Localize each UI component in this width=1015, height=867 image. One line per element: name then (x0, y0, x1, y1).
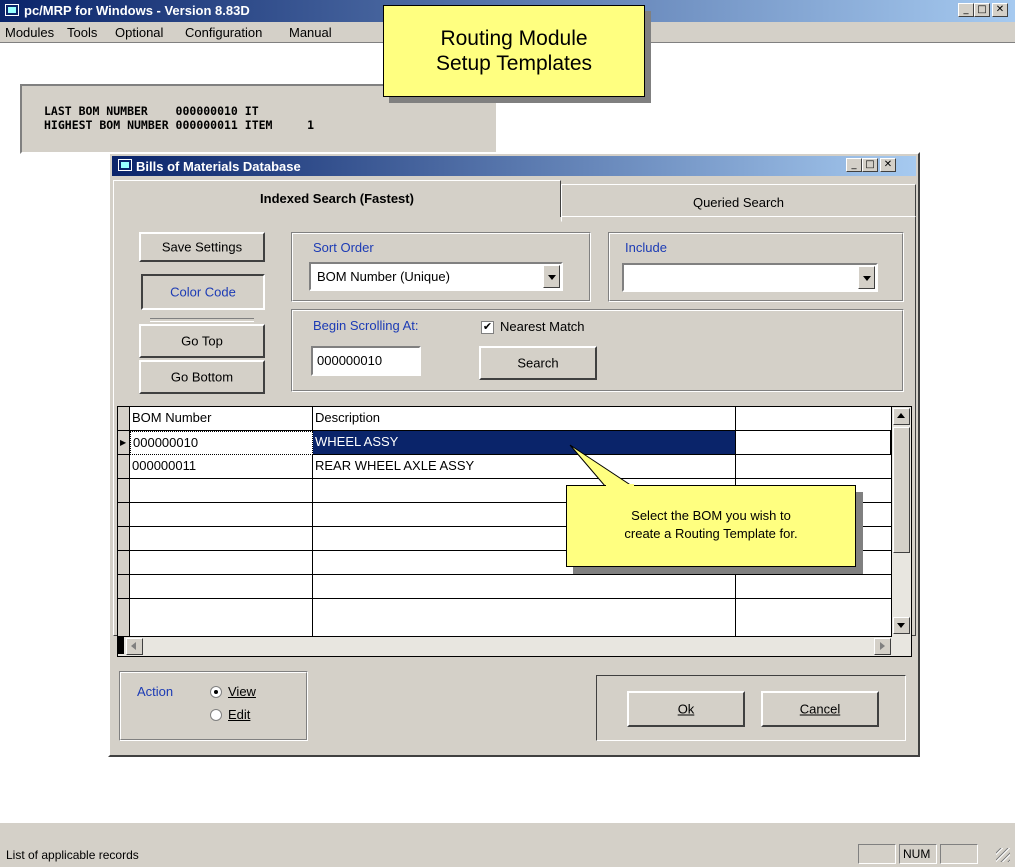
table-cell[interactable] (130, 527, 313, 551)
nearest-match-label: Nearest Match (500, 319, 585, 334)
scroll-down-icon[interactable] (893, 617, 910, 634)
row-selector[interactable] (118, 551, 130, 575)
radio-view-label: View (228, 684, 256, 699)
routing-module-callout: Routing Module Setup Templates (383, 5, 645, 97)
table-cell[interactable] (130, 479, 313, 503)
table-cell[interactable]: REAR WHEEL AXLE ASSY (313, 455, 736, 479)
table-cell[interactable] (130, 551, 313, 575)
table-cell[interactable] (736, 575, 892, 599)
table-cell[interactable] (736, 431, 892, 455)
begin-scrolling-input[interactable]: 000000010 (311, 346, 421, 376)
scroll-corner (118, 637, 124, 654)
callout-select-line2: create a Routing Template for. (624, 526, 798, 541)
status-panel-caps (858, 844, 896, 864)
color-code-button[interactable]: Color Code (141, 274, 265, 310)
radio-edit[interactable] (210, 709, 222, 721)
row-selector[interactable] (118, 527, 130, 551)
minimize-icon[interactable]: _ (958, 3, 974, 17)
include-label: Include (625, 240, 667, 255)
action-group (119, 671, 308, 741)
select-bom-callout: Select the BOM you wish to create a Routi… (566, 485, 856, 567)
maximize-icon[interactable]: □ (974, 3, 990, 17)
radio-view[interactable] (210, 686, 222, 698)
menu-optional[interactable]: Optional (115, 25, 163, 40)
save-settings-button[interactable]: Save Settings (139, 232, 265, 262)
table-cell[interactable] (130, 503, 313, 527)
row-selector-icon[interactable]: ▶ (118, 431, 130, 455)
callout-title-line1: Routing Module (440, 27, 588, 50)
main-window-controls: _ □ ✕ (958, 3, 1008, 17)
callout-pointer-join (606, 484, 634, 486)
table-cell[interactable]: 000000010 (130, 431, 313, 455)
ok-button[interactable]: Ok (627, 691, 745, 727)
table-cell[interactable]: WHEEL ASSY (313, 431, 736, 455)
row-selector[interactable] (118, 479, 130, 503)
chevron-down-icon[interactable] (858, 266, 875, 289)
dialog-title: Bills of Materials Database (136, 159, 301, 174)
table-cell[interactable] (736, 455, 892, 479)
callout-pointer (569, 444, 634, 487)
close-icon[interactable]: ✕ (992, 3, 1008, 17)
sort-order-label: Sort Order (313, 240, 374, 255)
nearest-match-checkbox[interactable]: ✔ (481, 321, 494, 334)
callout-title-line2: Setup Templates (435, 52, 593, 75)
action-label: Action (137, 684, 174, 699)
dialog-icon (118, 159, 132, 171)
minimize-icon[interactable]: _ (846, 158, 862, 172)
close-icon[interactable]: ✕ (880, 158, 896, 172)
callout-select-line1: Select the BOM you wish to (631, 508, 791, 523)
column-header-description[interactable]: Description (313, 407, 736, 431)
table-cell[interactable] (736, 599, 892, 637)
menu-manual[interactable]: Manual (289, 25, 332, 40)
table-cell[interactable]: 000000011 (130, 455, 313, 479)
row-selector[interactable] (118, 455, 130, 479)
divider (150, 318, 254, 322)
search-button[interactable]: Search (479, 346, 597, 380)
dialog-title-bar[interactable]: Bills of Materials Database _ □ ✕ (112, 156, 916, 176)
column-header-bom-number[interactable]: BOM Number (130, 407, 313, 431)
vertical-scrollbar[interactable] (892, 407, 911, 637)
menu-tools[interactable]: Tools (67, 25, 97, 40)
row-selector[interactable] (118, 575, 130, 599)
go-bottom-button[interactable]: Go Bottom (139, 360, 265, 394)
begin-scrolling-label: Begin Scrolling At: (313, 318, 419, 333)
table-cell[interactable] (313, 575, 736, 599)
last-bom-line: LAST BOM NUMBER 000000010 IT (44, 104, 259, 118)
row-selector[interactable] (118, 599, 130, 637)
menu-configuration[interactable]: Configuration (185, 25, 262, 40)
highest-bom-line: HIGHEST BOM NUMBER 000000011 ITEM 1 (44, 118, 315, 132)
radio-edit-label: Edit (228, 707, 251, 722)
column-header-blank (736, 407, 892, 431)
chevron-down-icon[interactable] (543, 265, 560, 288)
cancel-button[interactable]: Cancel (761, 691, 879, 727)
go-top-button[interactable]: Go Top (139, 324, 265, 358)
maximize-icon[interactable]: □ (862, 158, 878, 172)
sort-order-dropdown[interactable]: BOM Number (Unique) (309, 262, 563, 291)
status-text: List of applicable records (6, 848, 139, 862)
resize-grip-icon[interactable] (996, 848, 1010, 862)
scroll-thumb[interactable] (893, 427, 910, 553)
dialog-window-controls: _ □ ✕ (846, 158, 896, 172)
scroll-right-icon[interactable] (874, 638, 891, 655)
status-panel-scroll (940, 844, 978, 864)
horizontal-scrollbar[interactable] (118, 637, 911, 656)
table-cell[interactable] (130, 575, 313, 599)
main-window-title: pc/MRP for Windows - Version 8.83D (24, 3, 250, 18)
row-selector[interactable] (118, 503, 130, 527)
menu-modules[interactable]: Modules (5, 25, 54, 40)
status-bar: List of applicable records NUM (0, 842, 1015, 867)
grid-row-header (118, 407, 130, 431)
status-panel-num: NUM (899, 844, 937, 864)
tab-indexed-search[interactable]: Indexed Search (Fastest) (113, 180, 561, 217)
table-cell[interactable] (130, 599, 313, 637)
scroll-up-icon[interactable] (893, 408, 910, 425)
scroll-left-icon[interactable] (126, 638, 143, 655)
table-cell[interactable] (313, 599, 736, 637)
app-icon (5, 4, 19, 16)
include-dropdown[interactable] (622, 263, 878, 292)
